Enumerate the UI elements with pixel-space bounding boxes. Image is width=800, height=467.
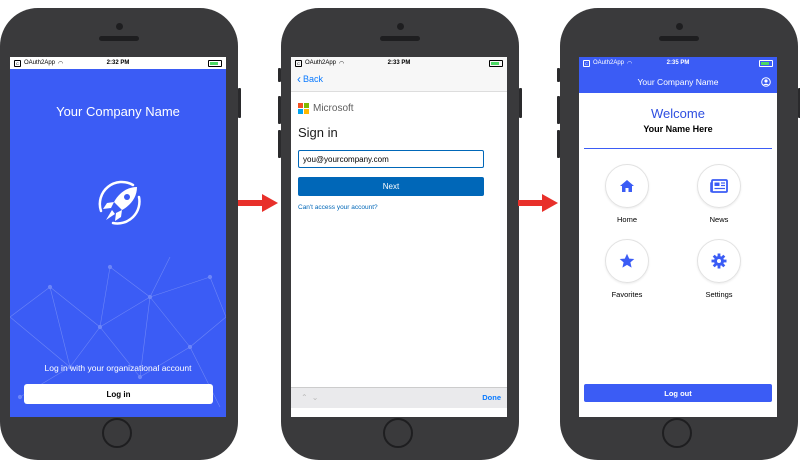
battery-icon: [488, 59, 503, 67]
keyboard-accessory-bar: ⌃⌄ Done: [291, 387, 507, 408]
microsoft-logo: Microsoft: [298, 103, 354, 114]
home-button[interactable]: [102, 418, 132, 448]
tile-label: News: [709, 215, 729, 224]
signin-heading: Sign in: [298, 125, 338, 140]
chevron-left-icon: ‹: [297, 71, 301, 86]
power-button: [519, 88, 522, 118]
star-icon: [619, 253, 635, 268]
speaker-grille: [99, 36, 139, 41]
volume-up-button: [278, 96, 281, 124]
home-button[interactable]: [662, 418, 692, 448]
wifi-icon: ◠: [58, 60, 64, 67]
power-button: [238, 88, 241, 118]
header-title: Your Company Name: [637, 77, 719, 87]
battery-icon: [758, 59, 773, 67]
email-field[interactable]: you@yourcompany.com: [298, 150, 484, 168]
microsoft-brand-label: Microsoft: [313, 103, 354, 114]
volume-down-button: [557, 130, 560, 158]
status-bar: C OAuth2App ◠ 2:33 PM: [291, 57, 507, 69]
login-hint: Log in with your organizational account: [44, 363, 192, 373]
company-name: Your Company Name: [56, 104, 180, 119]
home-icon: [620, 180, 634, 192]
rocket-icon: [98, 180, 141, 225]
user-profile-icon[interactable]: [761, 77, 771, 87]
app-badge-icon: C: [14, 59, 21, 67]
speaker-grille: [380, 36, 420, 41]
tile-settings[interactable]: Settings: [689, 239, 749, 299]
speaker-grille: [659, 36, 699, 41]
app-badge-icon: C: [295, 59, 302, 67]
status-time: 2:35 PM: [666, 60, 690, 66]
status-bar: C OAuth2App ◠ 2:35 PM: [579, 57, 777, 69]
wifi-icon: ◠: [339, 60, 345, 67]
tile-home[interactable]: Home: [597, 164, 657, 224]
status-time: 2:32 PM: [106, 60, 130, 66]
gear-icon: [711, 253, 727, 269]
login-button[interactable]: Log in: [24, 384, 213, 404]
home-screen: C OAuth2App ◠ 2:35 PM Your Company Name We…: [579, 57, 777, 417]
signin-screen: C OAuth2App ◠ 2:33 PM ‹ Back Microsoft Sig…: [291, 57, 507, 417]
app-header: C OAuth2App ◠ 2:35 PM Your Company Name: [579, 57, 777, 93]
tile-label: Home: [616, 215, 637, 224]
next-button[interactable]: Next: [298, 177, 484, 196]
status-time: 2:33 PM: [387, 60, 411, 66]
volume-up-button: [557, 96, 560, 124]
phone-frame-login: COAuth2App◠ 2:32 PM Your Company Name: [0, 8, 241, 460]
tile-label: Favorites: [611, 290, 643, 299]
navigation-bar: ‹ Back: [291, 69, 507, 92]
logout-button[interactable]: Log out: [584, 384, 772, 402]
front-camera: [116, 23, 123, 30]
side-button: [557, 68, 560, 82]
flow-arrow-1: [238, 194, 278, 212]
user-name: Your Name Here: [643, 124, 713, 134]
home-button[interactable]: [383, 418, 413, 448]
tile-news[interactable]: News: [689, 164, 749, 224]
tile-label: Settings: [705, 290, 733, 299]
login-screen: COAuth2App◠ 2:32 PM Your Company Name: [10, 57, 226, 417]
header-divider: [584, 148, 772, 149]
field-navigation-arrows[interactable]: ⌃⌄: [301, 393, 322, 402]
status-bar: C OAuth2App ◠ 2:32 PM: [10, 57, 226, 69]
flow-arrow-2: [518, 194, 558, 212]
side-button: [278, 68, 281, 82]
phone-frame-home: C OAuth2App ◠ 2:35 PM Your Company Name We…: [557, 8, 800, 460]
back-label: Back: [303, 74, 324, 84]
front-camera: [397, 23, 404, 30]
carrier-label: OAuth2App: [305, 60, 337, 66]
welcome-heading: Welcome: [651, 106, 705, 121]
battery-icon: [207, 59, 222, 67]
app-badge-icon: C: [583, 59, 590, 67]
front-camera: [676, 23, 683, 30]
wifi-icon: ◠: [627, 60, 633, 67]
done-button[interactable]: Done: [482, 393, 501, 402]
microsoft-logo-icon: [298, 103, 309, 114]
carrier-label: OAuth2App: [593, 60, 625, 66]
tile-favorites[interactable]: Favorites: [597, 239, 657, 299]
volume-down-button: [278, 130, 281, 158]
back-button[interactable]: ‹ Back: [297, 71, 324, 86]
newspaper-icon: [710, 179, 728, 193]
carrier-label: OAuth2App: [24, 60, 56, 66]
phone-frame-signin: C OAuth2App ◠ 2:33 PM ‹ Back Microsoft Sig…: [278, 8, 522, 460]
cant-access-link[interactable]: Can't access your account?: [298, 204, 378, 211]
